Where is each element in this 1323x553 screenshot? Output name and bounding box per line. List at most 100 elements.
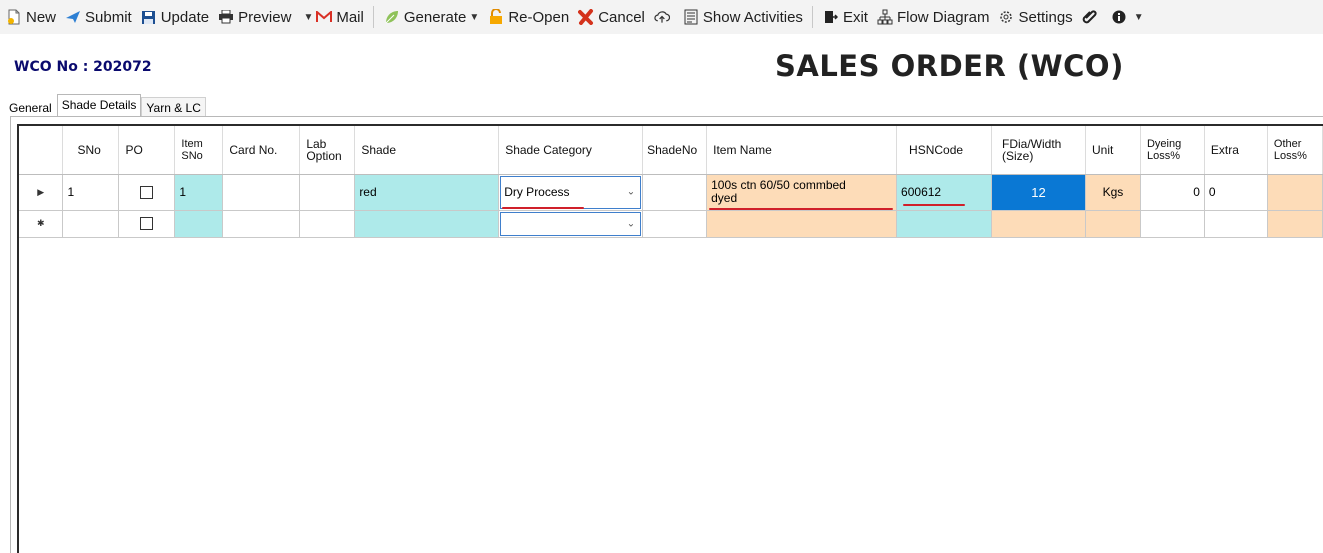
wco-number: WCO No : 202072: [14, 59, 152, 75]
cell-item-sno[interactable]: 1: [174, 174, 224, 211]
cell-unit[interactable]: Kgs: [1085, 174, 1141, 211]
cell-lab-option[interactable]: [299, 174, 356, 211]
chevron-down-icon[interactable]: ▼: [1134, 12, 1144, 23]
preview-button[interactable]: Preview: [218, 9, 291, 26]
cell-extra[interactable]: 0: [1204, 174, 1268, 211]
toolbar-separator: [811, 6, 813, 28]
toolbar-separator: [372, 6, 374, 28]
cell-shade[interactable]: [354, 210, 500, 238]
shade-category-dropdown[interactable]: ⌄: [500, 211, 642, 236]
red-x-icon: [578, 9, 594, 25]
cancel-button[interactable]: Cancel: [578, 9, 645, 26]
table-row[interactable]: ▶ 1 1 red Dry Process ⌄ 100s ctn 60/50 c…: [19, 174, 1323, 211]
cell-fdia-width[interactable]: 12: [991, 174, 1086, 211]
po-checkbox[interactable]: [140, 185, 154, 199]
cell-dyeing-loss[interactable]: 0: [1140, 174, 1205, 211]
cell-dyeing-loss[interactable]: [1140, 210, 1205, 238]
flow-diagram-button[interactable]: Flow Diagram: [877, 9, 989, 26]
cell-card-no[interactable]: [222, 174, 301, 211]
attachment-button[interactable]: [1082, 9, 1102, 25]
col-header-shade-category[interactable]: Shade Category: [498, 126, 644, 175]
send-icon: [65, 9, 81, 25]
chevron-down-icon[interactable]: ⌄: [627, 187, 635, 198]
cell-other-loss[interactable]: [1267, 174, 1323, 211]
col-header-fdia-width[interactable]: FDia/Width (Size): [991, 126, 1086, 175]
table-row-new[interactable]: ✱ ⌄: [19, 210, 1323, 238]
po-checkbox[interactable]: [140, 217, 154, 230]
new-button[interactable]: New: [6, 9, 56, 26]
activities-icon: [683, 9, 699, 25]
cell-item-name[interactable]: [706, 210, 898, 238]
col-header-sno[interactable]: SNo: [62, 126, 120, 175]
annotation-underline: [903, 203, 966, 206]
gear-icon: [998, 9, 1014, 25]
generate-button[interactable]: Generate ▼: [384, 9, 479, 26]
dropdown-caret-icon[interactable]: ▼: [303, 12, 313, 23]
gmail-icon: [316, 9, 333, 25]
cell-other-loss[interactable]: [1267, 210, 1323, 238]
col-header-unit[interactable]: Unit: [1085, 126, 1141, 175]
cell-unit[interactable]: [1085, 210, 1141, 238]
cell-extra[interactable]: [1204, 210, 1268, 238]
col-header-item-sno[interactable]: Item SNo: [174, 126, 224, 175]
col-header-shade[interactable]: Shade: [354, 126, 500, 175]
leaf-icon: [384, 9, 400, 25]
tab-general[interactable]: General: [4, 97, 57, 117]
cloud-button[interactable]: [654, 9, 674, 25]
cell-shade-category[interactable]: ⌄: [498, 210, 644, 238]
cell-po[interactable]: [118, 210, 176, 238]
submit-button[interactable]: Submit: [65, 9, 132, 26]
col-header-shade-no[interactable]: ShadeNo: [642, 126, 708, 175]
settings-button[interactable]: Settings: [998, 9, 1073, 26]
cell-item-name[interactable]: 100s ctn 60/50 commbed dyed: [706, 174, 898, 211]
col-header-hsn-code[interactable]: HSNCode: [896, 126, 993, 175]
shade-category-value: Dry Process: [504, 185, 570, 199]
col-header-po[interactable]: PO: [118, 126, 176, 175]
exit-icon: [823, 9, 839, 25]
reopen-button[interactable]: Re-Open: [488, 9, 569, 26]
page-title: SALES ORDER (WCO): [775, 49, 1124, 83]
update-button[interactable]: Update: [141, 9, 209, 26]
save-icon: [141, 9, 157, 25]
cell-sno[interactable]: 1: [62, 174, 120, 211]
cloud-upload-icon: [654, 9, 670, 25]
cell-shade-no[interactable]: [642, 174, 708, 211]
cell-fdia-width[interactable]: [991, 210, 1086, 238]
col-header-card-no[interactable]: Card No.: [222, 126, 301, 175]
cell-item-sno[interactable]: [174, 210, 224, 238]
cell-lab-option[interactable]: [299, 210, 356, 238]
row-selector[interactable]: ▶: [19, 174, 64, 211]
info-icon: [1111, 9, 1127, 25]
flow-diagram-icon: [877, 9, 893, 25]
cell-shade-no[interactable]: [642, 210, 708, 238]
shade-category-dropdown[interactable]: Dry Process ⌄: [500, 175, 642, 209]
mail-button[interactable]: ▼ Mail: [300, 9, 363, 26]
cell-card-no[interactable]: [222, 210, 301, 238]
new-document-icon: [6, 9, 22, 25]
cell-shade[interactable]: red: [354, 174, 500, 211]
shade-details-grid[interactable]: SNo PO Item SNo Card No. Lab Option Shade …: [17, 124, 1323, 553]
cell-sno[interactable]: [62, 210, 120, 238]
printer-icon: [218, 9, 234, 25]
unlock-icon: [488, 9, 504, 25]
current-row-arrow-icon: ▶: [37, 186, 45, 197]
annotation-underline: [502, 206, 585, 209]
cell-hsn-code[interactable]: [896, 210, 993, 238]
tab-yarn-lc[interactable]: Yarn & LC: [141, 97, 206, 117]
col-header-lab-option[interactable]: Lab Option: [299, 126, 356, 175]
col-header-item-name[interactable]: Item Name: [706, 126, 898, 175]
col-header-dyeing-loss[interactable]: Dyeing Loss%: [1140, 126, 1205, 175]
chevron-down-icon[interactable]: ⌄: [627, 218, 635, 229]
tab-shade-details[interactable]: Shade Details: [56, 94, 142, 117]
row-selector[interactable]: ✱: [19, 210, 64, 238]
info-button[interactable]: ▼: [1111, 9, 1144, 25]
cell-shade-category[interactable]: Dry Process ⌄: [498, 174, 644, 211]
show-activities-button[interactable]: Show Activities: [683, 9, 803, 26]
col-header-extra[interactable]: Extra: [1204, 126, 1268, 175]
cell-hsn-code[interactable]: 600612: [896, 174, 993, 211]
col-header-other-loss[interactable]: Other Loss%: [1267, 126, 1323, 175]
cell-po[interactable]: [118, 174, 176, 211]
exit-button[interactable]: Exit: [823, 9, 868, 26]
tab-strip: General Shade Details Yarn & LC: [4, 94, 206, 117]
chevron-down-icon[interactable]: ▼: [469, 12, 479, 23]
